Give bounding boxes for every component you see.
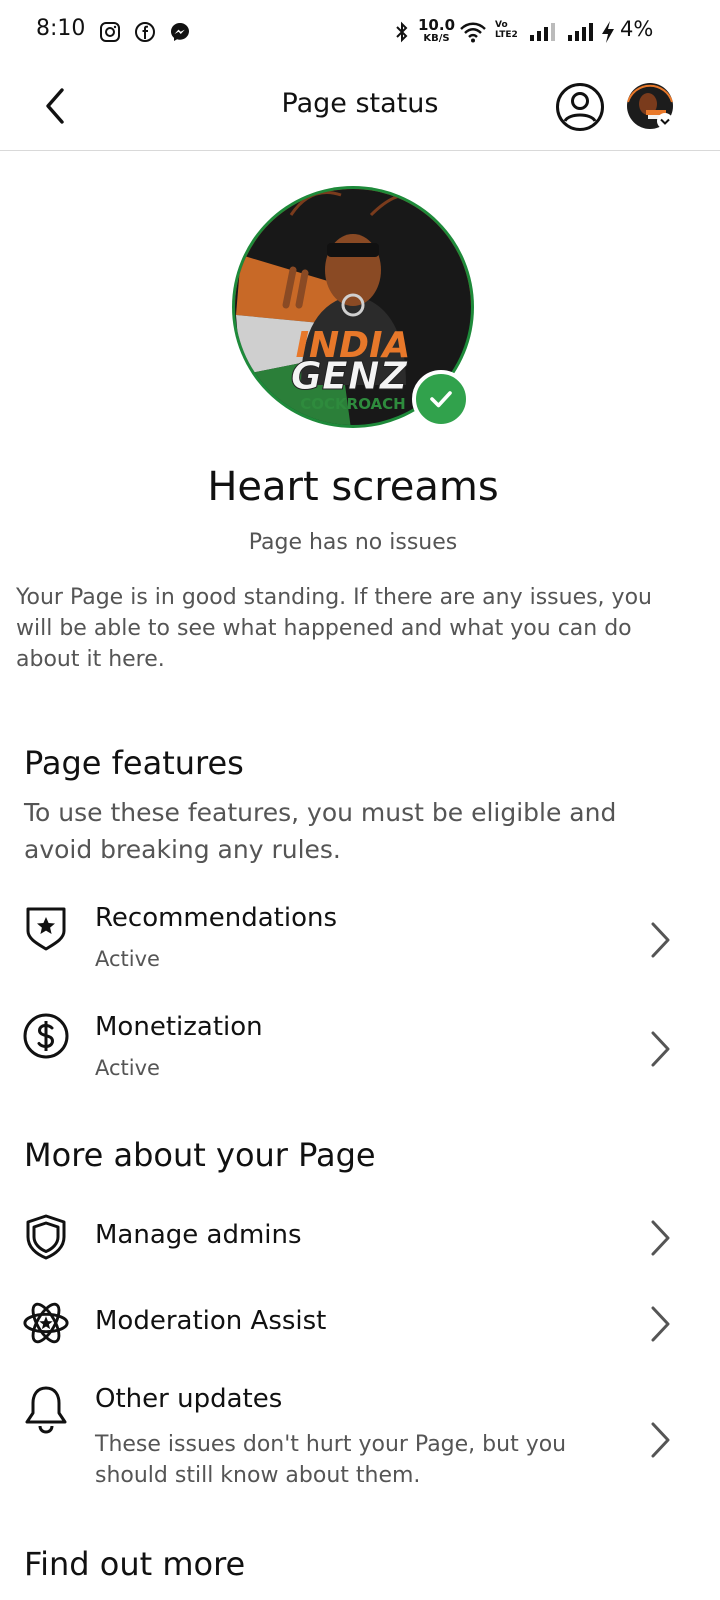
page-avatar-thumbnail xyxy=(627,83,673,129)
section-title-more-about: More about your Page xyxy=(24,1136,376,1174)
row-manage-admins[interactable]: Manage admins xyxy=(0,1200,720,1276)
logo-text-genz: GENZ xyxy=(291,354,409,398)
page-switcher-button[interactable] xyxy=(626,82,674,130)
shield-star-icon xyxy=(22,903,70,951)
bell-icon xyxy=(22,1386,70,1434)
chevron-right-icon xyxy=(643,920,677,960)
charging-icon xyxy=(598,20,618,44)
page-title: Page status xyxy=(281,88,439,119)
row-label: Moderation Assist xyxy=(95,1306,327,1336)
chevron-right-icon xyxy=(643,1420,677,1460)
profile-button[interactable] xyxy=(553,80,607,134)
feature-row-monetization[interactable]: Monetization Active xyxy=(0,1004,720,1104)
signal-icon xyxy=(565,20,595,44)
section-title-page-features: Page features xyxy=(24,744,244,782)
row-other-updates[interactable]: Other updates These issues don't hurt yo… xyxy=(0,1372,720,1508)
instagram-icon xyxy=(98,20,122,44)
volte-indicator: Vo LTE2 xyxy=(495,20,518,40)
status-time: 8:10 xyxy=(36,16,86,41)
row-moderation-assist[interactable]: Moderation Assist xyxy=(0,1286,720,1362)
battery-percent: 4% xyxy=(620,17,654,41)
row-label: Other updates xyxy=(95,1384,283,1414)
page-name: Heart screams xyxy=(207,464,499,510)
page-status-summary: Page has no issues xyxy=(248,530,458,555)
logo-text-cockroach: COCKROACH xyxy=(300,395,405,413)
signal-icon xyxy=(527,20,557,44)
section-title-find-out-more: Find out more xyxy=(24,1545,246,1583)
chevron-right-icon xyxy=(643,1218,677,1258)
facebook-icon xyxy=(133,20,157,44)
verified-badge xyxy=(412,370,470,428)
chevron-right-icon xyxy=(643,1304,677,1344)
messenger-icon xyxy=(168,20,192,44)
status-bar: 8:10 10.0 KB/S Vo LTE2 4% xyxy=(0,0,720,64)
row-description: These issues don't hurt your Page, but y… xyxy=(95,1432,567,1488)
feature-label: Monetization xyxy=(95,1012,263,1042)
top-app-bar: Page status xyxy=(0,64,720,151)
page-status-description: Your Page is in good standing. If there … xyxy=(16,585,652,672)
checkmark-icon xyxy=(430,391,452,408)
chevron-right-icon xyxy=(643,1029,677,1069)
feature-label: Recommendations xyxy=(95,903,338,933)
wifi-icon xyxy=(458,20,488,44)
network-speed: 10.0 KB/S xyxy=(418,16,456,45)
shield-icon xyxy=(22,1213,70,1261)
feature-status: Active xyxy=(95,947,160,971)
dollar-icon xyxy=(22,1012,70,1060)
atom-star-icon xyxy=(22,1299,70,1347)
bluetooth-icon xyxy=(390,20,414,44)
feature-status: Active xyxy=(95,1056,160,1080)
row-label: Manage admins xyxy=(95,1220,302,1250)
feature-row-recommendations[interactable]: Recommendations Active xyxy=(0,895,720,995)
section-subtitle-page-features: To use these features, you must be eligi… xyxy=(24,798,617,864)
user-circle-icon xyxy=(556,83,604,131)
